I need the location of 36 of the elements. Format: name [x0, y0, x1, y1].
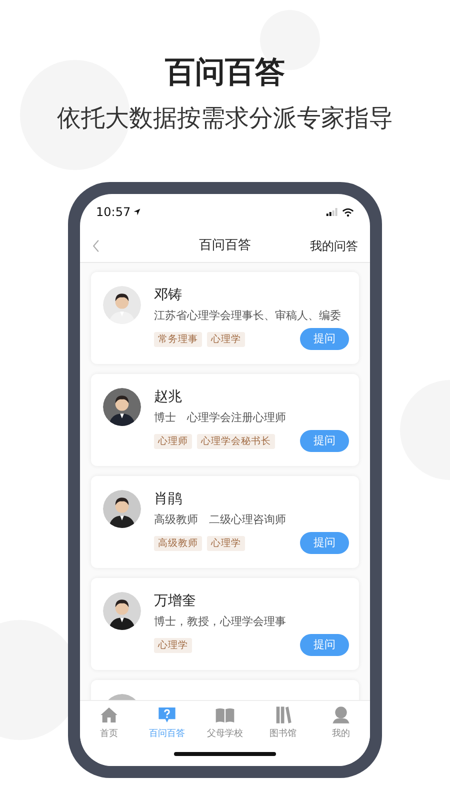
- tab[interactable]: 图书馆: [255, 705, 311, 766]
- headline: 百问百答: [165, 54, 285, 92]
- subheadline: 依托大数据按需求分派专家指导: [57, 103, 393, 134]
- tab[interactable]: 父母学校: [197, 705, 253, 766]
- ask-button[interactable]: 提问: [300, 634, 349, 656]
- tab[interactable]: 百问百答: [139, 705, 195, 766]
- ask-button[interactable]: 提问: [300, 532, 349, 554]
- tag: 心理师: [154, 434, 192, 448]
- expert-bio: 高级教师 二级心理咨询师: [154, 513, 287, 527]
- status-time: 10:57: [96, 204, 131, 221]
- tag: 心理学: [207, 332, 245, 346]
- tag: 常务理事: [154, 332, 202, 346]
- tag: 心理学: [154, 638, 192, 652]
- nav-title: 百问百答: [199, 237, 251, 256]
- expert-name: 万增奎: [154, 592, 197, 610]
- location-arrow-icon: [132, 208, 141, 216]
- tab[interactable]: 我的: [313, 705, 369, 766]
- tag: 心理学会秘书长: [197, 434, 275, 448]
- expert-name: 邓铸: [154, 286, 183, 304]
- signal-icon: [326, 208, 338, 216]
- question-icon: [156, 705, 178, 725]
- expert-name: 赵兆: [154, 388, 183, 406]
- my-questions-link[interactable]: 我的问答: [310, 237, 358, 255]
- tag: 心理学: [207, 536, 245, 550]
- ask-button[interactable]: 提问: [300, 328, 349, 350]
- tab[interactable]: 首页: [81, 705, 137, 766]
- expert-name: 肖鹃: [154, 490, 183, 508]
- ask-button[interactable]: 提问: [300, 430, 349, 452]
- expert-bio: 江苏省心理学会理事长、审稿人、编委: [154, 309, 342, 323]
- home-icon: [98, 705, 120, 725]
- expert-bio: 博士，教授，心理学会理事: [154, 615, 287, 629]
- back-icon[interactable]: [92, 239, 100, 253]
- user-icon: [330, 705, 352, 725]
- expert-bio: 博士 心理学会注册心理师: [154, 411, 287, 425]
- wifi-icon: [342, 208, 354, 216]
- tag: 高级教师: [154, 536, 202, 550]
